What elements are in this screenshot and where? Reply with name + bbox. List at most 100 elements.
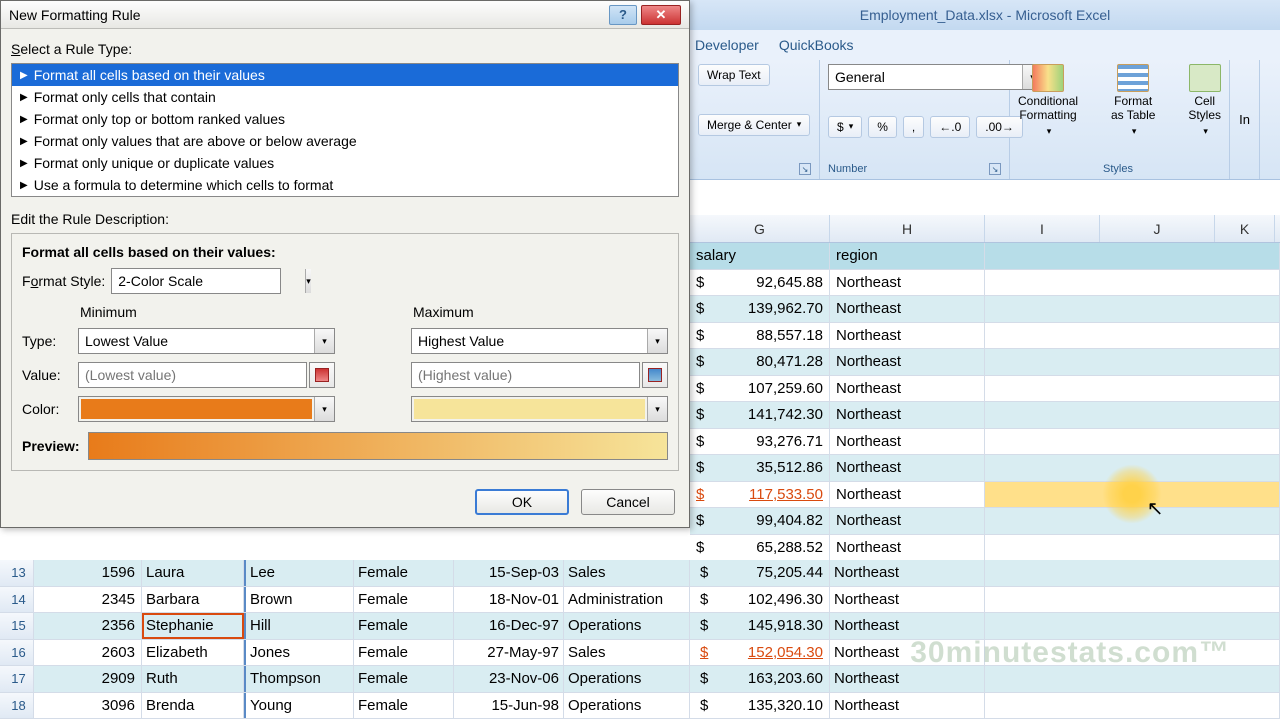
dept-cell[interactable]: Sales: [564, 560, 690, 586]
close-button[interactable]: ✕: [641, 5, 681, 25]
max-color-combo[interactable]: ▾: [411, 396, 668, 422]
salary-cell[interactable]: $75,205.44: [690, 560, 830, 586]
min-color-combo[interactable]: ▾: [78, 396, 335, 422]
rule-type-item[interactable]: ▶Format only values that are above or be…: [12, 130, 678, 152]
emp-cell[interactable]: 3096: [34, 693, 142, 719]
col-header-j[interactable]: J: [1100, 215, 1215, 242]
last-name-cell[interactable]: Lee: [244, 560, 354, 586]
salary-cell[interactable]: $141,742.30: [690, 402, 830, 428]
emp-cell[interactable]: 2356: [34, 613, 142, 639]
rule-type-item[interactable]: ▶Format only cells that contain: [12, 86, 678, 108]
rule-type-list[interactable]: ▶Format all cells based on their values …: [11, 63, 679, 197]
dept-cell[interactable]: Operations: [564, 613, 690, 639]
gender-cell[interactable]: Female: [354, 613, 454, 639]
ok-button[interactable]: OK: [475, 489, 569, 515]
region-cell[interactable]: Northeast: [830, 613, 985, 639]
row-number[interactable]: 13: [0, 560, 34, 586]
salary-cell[interactable]: $92,645.88: [690, 270, 830, 296]
col-header-h[interactable]: H: [830, 215, 985, 242]
first-name-cell[interactable]: Barbara: [142, 587, 244, 613]
region-cell[interactable]: Northeast: [830, 349, 985, 375]
region-cell[interactable]: Northeast: [830, 587, 985, 613]
gender-cell[interactable]: Female: [354, 560, 454, 586]
row-number[interactable]: 18: [0, 693, 34, 719]
tab-quickbooks[interactable]: QuickBooks: [779, 37, 854, 53]
currency-button[interactable]: $▾: [828, 116, 862, 138]
rule-type-item[interactable]: ▶Format all cells based on their values: [12, 64, 678, 86]
region-cell[interactable]: Northeast: [830, 402, 985, 428]
first-name-cell[interactable]: Brenda: [142, 693, 244, 719]
min-value-input[interactable]: [78, 362, 307, 388]
salary-cell[interactable]: $139,962.70: [690, 296, 830, 322]
date-cell[interactable]: 23-Nov-06: [454, 666, 564, 692]
last-name-cell[interactable]: Hill: [244, 613, 354, 639]
col-header-k[interactable]: K: [1215, 215, 1275, 242]
row-number[interactable]: 15: [0, 613, 34, 639]
conditional-formatting-button[interactable]: Conditional Formatting▾: [1018, 64, 1078, 138]
dropdown-icon[interactable]: ▾: [305, 269, 311, 293]
salary-cell[interactable]: $107,259.60: [690, 376, 830, 402]
max-type-combo[interactable]: ▾: [411, 328, 668, 354]
first-name-cell[interactable]: Elizabeth: [142, 640, 244, 666]
row-number[interactable]: 17: [0, 666, 34, 692]
merge-center-button[interactable]: Merge & Center▾: [698, 114, 810, 136]
emp-cell[interactable]: 2909: [34, 666, 142, 692]
max-value-ref-button[interactable]: [642, 362, 668, 388]
region-cell[interactable]: Northeast: [830, 693, 985, 719]
region-cell[interactable]: Northeast: [830, 376, 985, 402]
region-cell[interactable]: Northeast: [830, 508, 985, 534]
gender-cell[interactable]: Female: [354, 587, 454, 613]
last-name-cell[interactable]: Thompson: [244, 666, 354, 692]
emp-cell[interactable]: 2603: [34, 640, 142, 666]
col-header-i[interactable]: I: [985, 215, 1100, 242]
region-cell[interactable]: Northeast: [830, 296, 985, 322]
last-name-cell[interactable]: Brown: [244, 587, 354, 613]
min-value-ref-button[interactable]: [309, 362, 335, 388]
format-as-table-button[interactable]: Format as Table▾: [1111, 64, 1155, 138]
alignment-launcher-icon[interactable]: ↘: [799, 163, 811, 175]
date-cell[interactable]: 27-May-97: [454, 640, 564, 666]
salary-cell[interactable]: $145,918.30: [690, 613, 830, 639]
row-number[interactable]: 14: [0, 587, 34, 613]
gender-cell[interactable]: Female: [354, 693, 454, 719]
salary-cell[interactable]: $99,404.82: [690, 508, 830, 534]
number-launcher-icon[interactable]: ↘: [989, 163, 1001, 175]
first-name-cell[interactable]: Stephanie: [142, 613, 244, 639]
gender-cell[interactable]: Female: [354, 640, 454, 666]
dept-cell[interactable]: Operations: [564, 666, 690, 692]
region-cell[interactable]: Northeast: [830, 429, 985, 455]
date-cell[interactable]: 15-Jun-98: [454, 693, 564, 719]
salary-cell[interactable]: $93,276.71: [690, 429, 830, 455]
wrap-text-button[interactable]: Wrap Text: [698, 64, 770, 86]
region-cell[interactable]: Northeast: [830, 455, 985, 481]
gender-cell[interactable]: Female: [354, 666, 454, 692]
dialog-title-bar[interactable]: New Formatting Rule ? ✕: [1, 1, 689, 29]
rule-type-item[interactable]: ▶Format only top or bottom ranked values: [12, 108, 678, 130]
header-salary[interactable]: salary: [690, 243, 830, 269]
date-cell[interactable]: 16-Dec-97: [454, 613, 564, 639]
tab-developer[interactable]: Developer: [695, 37, 759, 53]
percent-button[interactable]: %: [868, 116, 897, 138]
rule-type-item[interactable]: ▶Use a formula to determine which cells …: [12, 174, 678, 196]
rule-type-item[interactable]: ▶Format only unique or duplicate values: [12, 152, 678, 174]
dept-cell[interactable]: Administration: [564, 587, 690, 613]
salary-cell[interactable]: $65,288.52: [690, 535, 830, 561]
comma-button[interactable]: ,: [903, 116, 924, 138]
help-button[interactable]: ?: [609, 5, 637, 25]
max-value-input[interactable]: [411, 362, 640, 388]
dept-cell[interactable]: Operations: [564, 693, 690, 719]
last-name-cell[interactable]: Jones: [244, 640, 354, 666]
salary-cell[interactable]: $117,533.50: [690, 482, 830, 508]
cancel-button[interactable]: Cancel: [581, 489, 675, 515]
region-cell[interactable]: Northeast: [830, 482, 985, 508]
region-cell[interactable]: Northeast: [830, 323, 985, 349]
date-cell[interactable]: 15-Sep-03: [454, 560, 564, 586]
salary-cell[interactable]: $80,471.28: [690, 349, 830, 375]
cell-styles-button[interactable]: Cell Styles▾: [1188, 64, 1221, 138]
dept-cell[interactable]: Sales: [564, 640, 690, 666]
emp-cell[interactable]: 1596: [34, 560, 142, 586]
selected-cell[interactable]: ↖: [985, 482, 1280, 508]
region-cell[interactable]: Northeast: [830, 535, 985, 561]
last-name-cell[interactable]: Young: [244, 693, 354, 719]
increase-decimal-button[interactable]: ←.0: [930, 116, 970, 138]
